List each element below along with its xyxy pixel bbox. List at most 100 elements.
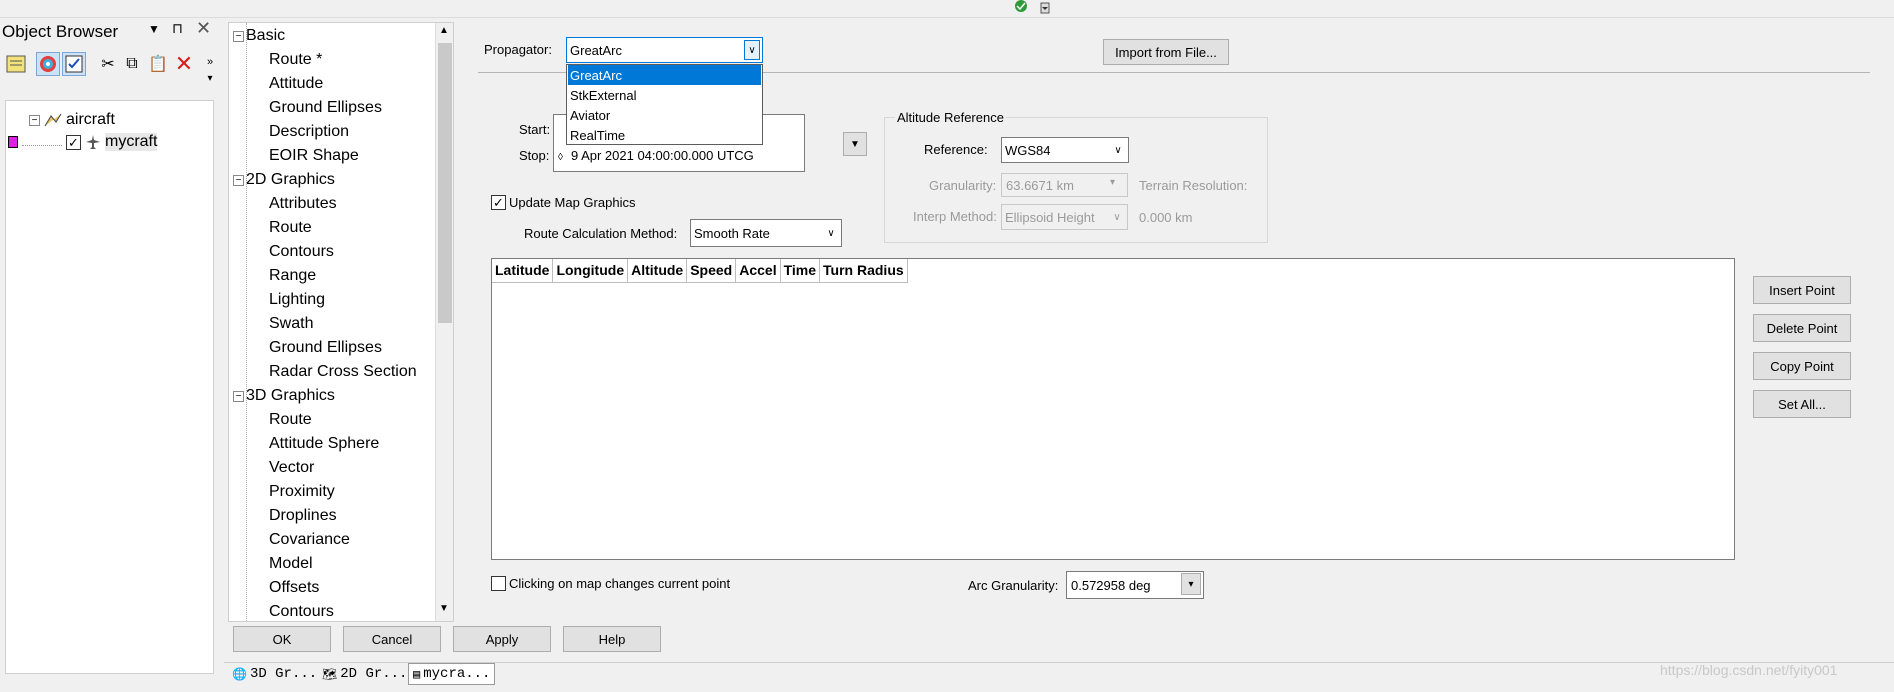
page-category-label: 3D Graphics (246, 387, 335, 404)
page-item[interactable]: Offsets (269, 579, 319, 597)
page-item[interactable]: Route (269, 411, 312, 429)
propagator-value: GreatArc (570, 42, 623, 58)
properties-icon[interactable] (4, 52, 28, 76)
page-item[interactable]: Model (269, 555, 313, 573)
page-item[interactable]: Swath (269, 315, 313, 333)
reference-select[interactable]: WGS84 ∨ (1001, 137, 1129, 163)
cancel-button[interactable]: Cancel (343, 626, 441, 652)
page-category-2[interactable]: −3D Graphics (233, 387, 335, 405)
panel-menu-arrow-icon[interactable]: ▼ (148, 22, 160, 36)
toolbar-app-icon[interactable] (1003, 0, 1051, 14)
close-icon[interactable]: ✕ (196, 18, 211, 39)
page-item[interactable]: Route (269, 219, 312, 237)
toolbar-dropdown-icon[interactable]: ▾ (198, 66, 222, 90)
page-item[interactable]: Radar Cross Section (269, 363, 417, 381)
page-item[interactable]: Attributes (269, 195, 337, 213)
page-item[interactable]: Vector (269, 459, 314, 477)
set-all-button[interactable]: Set All... (1753, 390, 1851, 418)
mycraft-visible-checkbox[interactable]: ✓ (66, 134, 81, 150)
page-item[interactable]: Contours (269, 603, 334, 621)
scroll-down-icon[interactable]: ▼ (439, 603, 449, 614)
cut-icon[interactable]: ✂ (96, 52, 120, 76)
page-item[interactable]: Range (269, 267, 316, 285)
page-item[interactable]: Route * (269, 51, 322, 69)
clicking-map-checkbox[interactable]: Clicking on map changes current point (491, 576, 730, 591)
page-item[interactable]: Ground Ellipses (269, 99, 382, 117)
collapse-icon[interactable]: − (233, 30, 244, 42)
window-tab[interactable]: ▤ mycra... (408, 663, 496, 685)
propagator-option[interactable]: GreatArc (568, 65, 761, 85)
update-map-graphics-checkbox[interactable]: ✓ Update Map Graphics (491, 195, 635, 210)
apply-button[interactable]: Apply (453, 626, 551, 652)
page-item[interactable]: Proximity (269, 483, 335, 501)
map-icon: 🗺 (322, 667, 338, 682)
chevron-down-icon[interactable]: ∨ (1110, 140, 1126, 160)
units-button[interactable]: ▾ (1181, 573, 1201, 595)
clicking-map-label: Clicking on map changes current point (509, 576, 731, 591)
page-category-0[interactable]: − Basic (233, 27, 285, 45)
page-item[interactable]: Attitude (269, 75, 323, 93)
reference-value: WGS84 (1005, 142, 1051, 158)
interp-method-select: Ellipsoid Height ∨ (1001, 204, 1128, 230)
scroll-up-icon[interactable]: ▲ (439, 25, 449, 36)
page-item[interactable]: Lighting (269, 291, 325, 309)
clicking-map-box[interactable] (491, 576, 506, 591)
color-wheel-icon[interactable] (36, 52, 60, 76)
grid-column-header[interactable]: Time (780, 259, 821, 283)
page-item[interactable]: Contours (269, 243, 334, 261)
grid-column-header[interactable]: Latitude (492, 259, 554, 283)
update-map-check-icon[interactable]: ✓ (491, 195, 506, 210)
propagator-select[interactable]: GreatArc ∨ (566, 37, 763, 63)
copy-point-button[interactable]: Copy Point (1753, 352, 1851, 380)
pin-icon[interactable]: ⊓ (172, 20, 183, 37)
arc-granularity-value: 0.572958 deg (1071, 577, 1151, 593)
grid-column-header[interactable]: Turn Radius (820, 259, 908, 283)
page-item[interactable]: Ground Ellipses (269, 339, 382, 357)
route-calc-value: Smooth Rate (694, 225, 770, 241)
window-tab[interactable]: 🌐 3D Gr... (228, 663, 321, 685)
propagator-option[interactable]: Aviator (568, 105, 761, 125)
route-calc-select[interactable]: Smooth Rate ∨ (690, 219, 842, 247)
grid-column-header[interactable]: Speed (687, 259, 737, 283)
ok-button[interactable]: OK (233, 626, 331, 652)
object-browser-toolbar: ✂ ⧉ 📋 ✕ » ▾ (0, 50, 216, 100)
granularity-value: 63.6671 km (1006, 177, 1074, 193)
scenario-icon (44, 113, 62, 127)
interp-method-value: Ellipsoid Height (1005, 209, 1095, 225)
reference-label: Reference: (924, 142, 988, 157)
propagator-option[interactable]: RealTime (568, 125, 761, 145)
grid-column-header[interactable]: Longitude (553, 259, 629, 283)
import-from-file-button[interactable]: Import from File... (1103, 39, 1229, 65)
update-map-label: Update Map Graphics (509, 195, 636, 210)
delete-point-button[interactable]: Delete Point (1753, 314, 1851, 342)
page-item[interactable]: Description (269, 123, 349, 141)
collapse-icon[interactable]: − (233, 390, 244, 402)
scrollbar-thumb[interactable] (438, 43, 452, 323)
tree-connector (22, 138, 62, 146)
delete-icon[interactable]: ✕ (172, 51, 196, 76)
page-tree-scrollbar[interactable]: ▲ ▼ (435, 23, 453, 621)
collapse-icon[interactable]: − (233, 174, 244, 186)
grid-column-header[interactable]: Altitude (628, 259, 688, 283)
page-item[interactable]: Droplines (269, 507, 337, 525)
propagator-option[interactable]: StkExternal (568, 85, 761, 105)
start-label: Start: (519, 122, 551, 137)
interval-dropdown-button[interactable]: ▼ (843, 132, 867, 156)
chevron-down-icon[interactable]: ∨ (744, 40, 760, 60)
waypoint-grid[interactable]: Latitude Longitude Altitude Speed Accel Time T… (491, 258, 1735, 560)
check-icon[interactable] (62, 52, 86, 76)
collapse-icon[interactable]: − (29, 114, 40, 126)
page-item[interactable]: Covariance (269, 531, 350, 549)
grid-column-header[interactable]: Accel (736, 259, 781, 283)
chevron-down-icon[interactable]: ∨ (823, 222, 839, 244)
page-item[interactable]: Attitude Sphere (269, 435, 379, 453)
window-tab[interactable]: 🗺 2D Gr... (318, 663, 411, 685)
page-item[interactable]: EOIR Shape (269, 147, 359, 165)
tree-node-aircraft[interactable]: − aircraft (29, 111, 115, 129)
page-category-1[interactable]: −2D Graphics (233, 171, 335, 189)
copy-icon[interactable]: ⧉ (120, 52, 144, 76)
paste-icon[interactable]: 📋 (146, 52, 170, 76)
tree-node-mycraft[interactable]: ✓ mycraft (8, 133, 158, 151)
help-button[interactable]: Help (563, 626, 661, 652)
insert-point-button[interactable]: Insert Point (1753, 276, 1851, 304)
